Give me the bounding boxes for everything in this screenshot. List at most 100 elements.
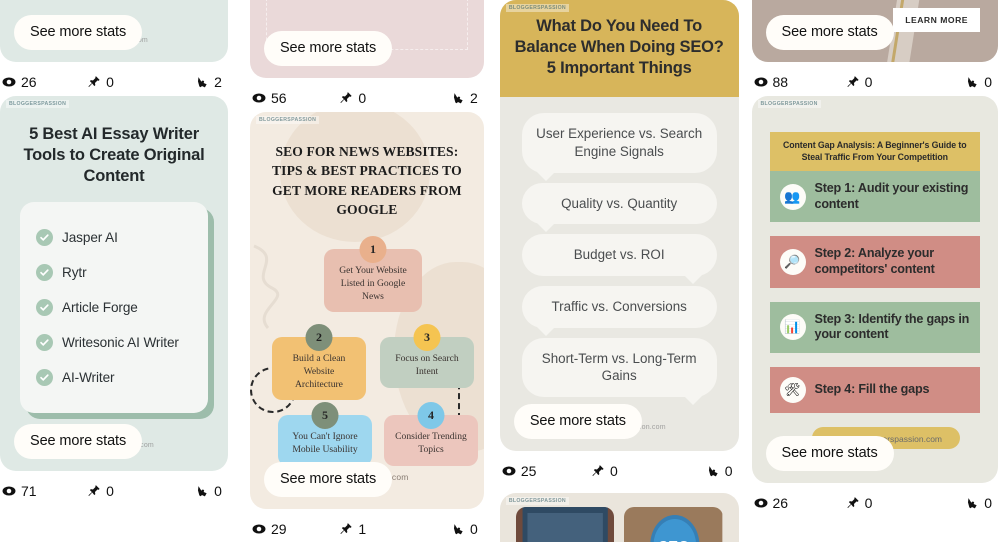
list-item-label: Jasper AI xyxy=(62,230,118,246)
saves-value: 0 xyxy=(106,74,114,90)
magnifier-icon: 🔎 xyxy=(779,249,806,276)
see-more-stats-button[interactable]: See more stats xyxy=(765,435,894,471)
learn-more-button[interactable]: LEARN MORE xyxy=(893,8,981,32)
stat-impressions: 71 xyxy=(2,483,87,499)
step-shadow xyxy=(767,221,983,234)
pin-icon xyxy=(846,496,860,510)
pin-header-band: What Do You Need To Balance When Doing S… xyxy=(499,0,739,98)
column-2: See more stats 56 0 2 BLOGGERSPASSION SE… xyxy=(249,0,484,542)
step-row: 👥 Step 1: Audit your existing content xyxy=(767,171,983,234)
step-label: Step 4: Fill the gaps xyxy=(814,382,930,397)
content-gap-infographic: Content Gap Analysis: A Beginner's Guide… xyxy=(767,132,983,424)
impressions-value: 26 xyxy=(772,494,789,511)
step-shadow xyxy=(767,351,983,364)
stat-saves: 0 xyxy=(846,495,928,511)
see-more-stats-button[interactable]: See more stats xyxy=(263,31,393,66)
people-icon: 👥 xyxy=(779,183,806,210)
pin-icon xyxy=(846,75,860,89)
pin-stats-row: 25 0 0 xyxy=(500,451,739,485)
stat-impressions: 88 xyxy=(754,74,846,90)
step-row: 🔎 Step 2: Analyze your competitors' cont… xyxy=(767,236,983,299)
check-icon xyxy=(36,299,53,317)
watermark-label: BLOGGERSPASSION xyxy=(6,100,70,108)
stat-saves: 0 xyxy=(339,90,417,106)
pin-image[interactable]: BLOGGERSPASSION 5 Best AI Essay Writer T… xyxy=(0,96,228,472)
svg-text:SEO: SEO xyxy=(659,538,690,542)
impressions-value: 29 xyxy=(270,521,287,538)
stat-outbound-clicks: 0 xyxy=(928,495,996,511)
see-more-stats-button[interactable]: See more stats xyxy=(14,15,143,50)
stat-impressions: 25 xyxy=(502,463,591,479)
pin-card-seo-news-websites[interactable]: BLOGGERSPASSION SEO FOR NEWS WEBSITES: T… xyxy=(249,112,484,542)
pin-icon xyxy=(87,75,101,89)
stat-saves: 0 xyxy=(591,463,671,479)
column-3: BLOGGERSPASSION What Do You Need To Bala… xyxy=(499,0,739,542)
pinterest-analytics-board: bloggerspassion.com See more stats 26 0 … xyxy=(0,0,998,542)
pin-card-pink-partial[interactable]: See more stats 56 0 2 xyxy=(249,0,484,112)
stat-impressions: 26 xyxy=(754,495,846,511)
step-row: 📊 Step 3: Identify the gaps in your cont… xyxy=(767,301,983,364)
click-hand-icon xyxy=(451,91,465,105)
stat-outbound-clicks: 0 xyxy=(163,483,226,499)
column-1: bloggerspassion.com See more stats 26 0 … xyxy=(0,0,228,542)
balance-bubble: Traffic vs. Conversions xyxy=(521,286,717,336)
step-node: 3 Focus on Search Intent xyxy=(379,324,474,388)
check-icon xyxy=(36,264,53,282)
infographic-title: Content Gap Analysis: A Beginner's Guide… xyxy=(769,132,981,172)
see-more-stats-button[interactable]: See more stats xyxy=(263,462,393,498)
pin-card-road-partial[interactable]: LEARN MORE See more stats 88 0 0 xyxy=(751,0,998,96)
balance-bubble: Quality vs. Quantity xyxy=(521,182,717,233)
pin-stats-row: 29 1 0 xyxy=(250,509,484,542)
step-shadow xyxy=(767,411,983,424)
pin-image[interactable]: BLOGGERSPASSION Content Gap Analysis: A … xyxy=(751,96,998,483)
watermark-label: BLOGGERSPASSION xyxy=(255,116,320,124)
pin-card-content-gap-analysis[interactable]: BLOGGERSPASSION Content Gap Analysis: A … xyxy=(751,96,998,517)
pin-card-seo-photos[interactable]: BLOGGERSPASSION S E O xyxy=(499,493,739,542)
saves-value: 1 xyxy=(358,521,367,538)
eye-icon xyxy=(2,75,16,89)
pin-image[interactable]: BLOGGERSPASSION What Do You Need To Bala… xyxy=(499,0,739,452)
eye-icon xyxy=(252,522,266,536)
step-number: 3 xyxy=(413,324,441,352)
list-item-label: Rytr xyxy=(62,265,87,281)
balance-bubble: Budget vs. ROI xyxy=(521,234,717,284)
clicks-value: 2 xyxy=(214,74,222,90)
pin-icon xyxy=(591,464,605,478)
pin-card-ai-essay-writer[interactable]: BLOGGERSPASSION 5 Best AI Essay Writer T… xyxy=(0,96,228,505)
stat-outbound-clicks: 2 xyxy=(163,74,226,90)
saves-value: 0 xyxy=(106,483,114,500)
pin-card-mint-partial[interactable]: bloggerspassion.com See more stats 26 0 … xyxy=(0,0,228,96)
clicks-value: 0 xyxy=(724,463,733,480)
clicks-value: 0 xyxy=(470,521,478,538)
pin-image[interactable]: See more stats xyxy=(249,0,484,78)
step-number: 4 xyxy=(417,402,445,430)
list-item: Jasper AI xyxy=(34,220,194,255)
saves-value: 0 xyxy=(609,463,618,480)
stat-outbound-clicks: 0 xyxy=(928,74,996,90)
column-4: LEARN MORE See more stats 88 0 0 BLOGGER… xyxy=(751,0,998,542)
watermark-label: BLOGGERSPASSION xyxy=(505,497,569,506)
see-more-stats-button[interactable]: See more stats xyxy=(765,15,894,50)
pin-image[interactable]: BLOGGERSPASSION S E O xyxy=(499,493,739,542)
impressions-value: 71 xyxy=(21,483,37,500)
pin-stats-row: 56 0 2 xyxy=(250,78,484,112)
step-node: 1 Get Your Website Listed in Google News xyxy=(323,236,422,313)
pin-image[interactable]: LEARN MORE See more stats xyxy=(751,0,998,62)
checklist-card: Jasper AI Rytr Article Forge Writesonic … xyxy=(20,202,208,414)
click-hand-icon xyxy=(965,496,979,510)
balance-bubble: Short-Term vs. Long-Term Gains xyxy=(521,337,717,406)
see-more-stats-button[interactable]: See more stats xyxy=(513,404,642,440)
stat-impressions: 56 xyxy=(252,90,339,106)
step-label: You Can't Ignore Mobile Usability xyxy=(292,431,358,455)
pin-card-seo-balance[interactable]: BLOGGERSPASSION What Do You Need To Bala… xyxy=(499,0,739,485)
see-more-stats-button[interactable]: See more stats xyxy=(14,424,143,460)
pin-icon xyxy=(87,484,101,498)
pin-image[interactable]: bloggerspassion.com See more stats xyxy=(0,0,228,62)
step-label: Step 3: Identify the gaps in your conten… xyxy=(814,311,970,342)
stat-impressions: 26 xyxy=(2,74,87,90)
photo-seo-magnifier: SEO xyxy=(624,507,723,542)
pin-icon xyxy=(339,91,353,105)
pin-image[interactable]: BLOGGERSPASSION SEO FOR NEWS WEBSITES: T… xyxy=(249,112,484,510)
step-label: Step 1: Audit your existing content xyxy=(814,181,969,211)
pin-stats-row: 26 0 2 xyxy=(0,62,228,96)
